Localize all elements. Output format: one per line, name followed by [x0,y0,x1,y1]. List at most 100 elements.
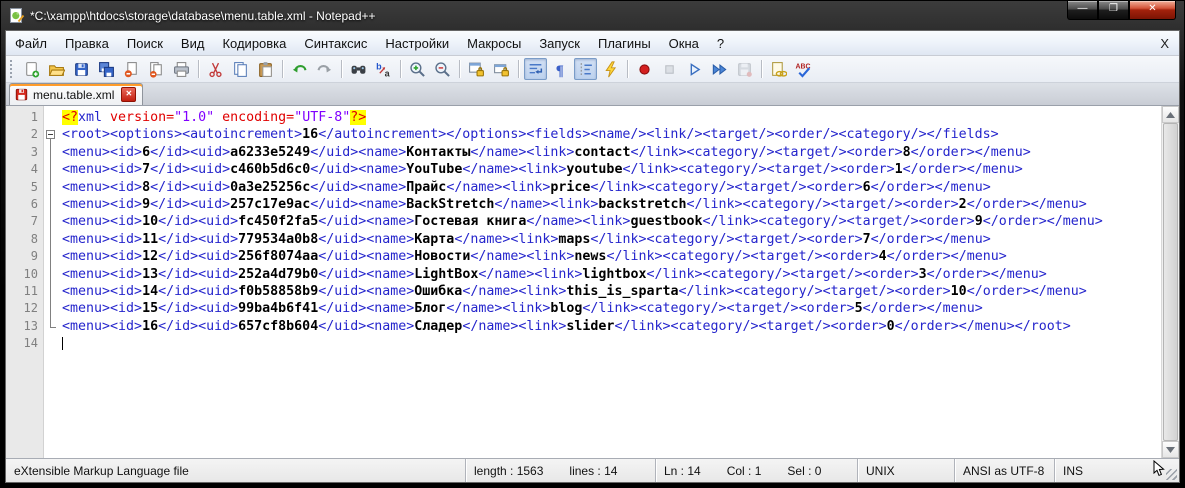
fold-margin-row [44,266,59,283]
macro-record-icon[interactable] [633,58,656,80]
macro-stop-icon [658,58,681,80]
zoom-out-icon[interactable] [431,58,454,80]
tab-menu-table-xml[interactable]: menu.table.xml ✕ [9,83,143,105]
status-encoding: ANSI as UTF-8 [955,459,1055,482]
macro-save-icon [733,58,756,80]
menu-bar-spacer [733,31,1150,55]
menu-item-плагины[interactable]: Плагины [589,31,660,55]
svg-text:a: a [385,68,391,78]
scrollbar-thumb[interactable] [1163,123,1178,441]
menu-item-кодировка[interactable]: Кодировка [213,31,295,55]
cut-icon[interactable] [204,58,227,80]
menu-bar: ФайлПравкаПоискВидКодировкаСинтаксисНаст… [6,31,1179,56]
function-completion-icon[interactable] [599,58,622,80]
code-line: <menu><id>10</id><uid>fc450f2fa5</uid><n… [62,213,1161,230]
status-eol-format: UNIX [858,459,955,482]
sync-horizontal-scroll-icon[interactable] [490,58,513,80]
minimize-button[interactable]: — [1067,1,1098,20]
line-number: 12 [6,300,38,317]
notepadpp-app-icon [9,8,25,24]
fold-margin-row [44,109,59,126]
paste-icon[interactable] [254,58,277,80]
close-file-icon[interactable] [120,58,143,80]
text-caret [62,337,63,350]
close-all-icon[interactable] [145,58,168,80]
toolbar-separator [627,60,628,78]
scroll-down-arrow-icon[interactable] [1162,441,1179,458]
maximize-button[interactable]: ❐ [1098,1,1129,20]
fold-margin-row [44,126,59,143]
toolbar-grip[interactable] [10,60,15,78]
code-line: <menu><id>15</id><uid>99ba4b6f41</uid><n… [62,300,1161,317]
title-bar[interactable]: *C:\xampp\htdocs\storage\database\menu.t… [5,1,1180,30]
code-line [62,335,1161,352]
status-cursor-position: Ln : 14 Col : 1 Sel : 0 [656,459,858,482]
code-line: <?xml version="1.0" encoding="UTF-8"?> [62,109,1161,126]
copy-icon[interactable] [229,58,252,80]
code-line: <root><options><autoincrement>16</autoin… [62,126,1161,143]
redo-icon[interactable] [313,58,336,80]
line-number: 8 [6,231,38,248]
code-line: <menu><id>11</id><uid>779534a0b8</uid><n… [62,231,1161,248]
menu-item-поиск[interactable]: Поиск [118,31,172,55]
menu-item-синтаксис[interactable]: Синтаксис [295,31,376,55]
word-wrap-icon[interactable] [524,58,547,80]
code-line: <menu><id>7</id><uid>c460b5d6c0</uid><na… [62,161,1161,178]
code-line: <menu><id>14</id><uid>f0b58858b9</uid><n… [62,283,1161,300]
scrollbar-track[interactable] [1162,123,1179,441]
new-file-icon[interactable] [20,58,43,80]
open-file-icon[interactable] [45,58,68,80]
line-number: 10 [6,266,38,283]
fold-margin-row [44,196,59,213]
status-column: Col : 1 [727,464,762,478]
fold-margin-row [44,144,59,161]
menu-item-запуск[interactable]: Запуск [530,31,589,55]
status-bar: eXtensible Markup Language file length :… [6,458,1179,482]
save-all-icon[interactable] [95,58,118,80]
menu-item-правка[interactable]: Правка [56,31,118,55]
fold-margin-row [44,231,59,248]
find-icon[interactable] [347,58,370,80]
tab-close-icon[interactable]: ✕ [121,87,136,102]
toolbar-separator [459,60,460,78]
menu-item-файл[interactable]: Файл [6,31,56,55]
mouse-cursor [1153,460,1165,480]
menu-item-вид[interactable]: Вид [172,31,214,55]
code-line: <menu><id>13</id><uid>252a4d79b0</uid><n… [62,266,1161,283]
svg-text:b: b [376,61,382,71]
macro-run-multiple-icon[interactable] [708,58,731,80]
doc-link-icon[interactable] [767,58,790,80]
svg-text:¶: ¶ [556,62,564,77]
fold-margin-row [44,213,59,230]
zoom-in-icon[interactable] [406,58,429,80]
show-all-characters-icon[interactable]: ¶ [549,58,572,80]
vertical-scrollbar[interactable] [1161,106,1179,458]
document-close-x[interactable]: X [1150,31,1179,55]
editor-area[interactable]: 1234567891011121314 <?xml version="1.0" … [6,106,1179,458]
fold-margin-row [44,161,59,178]
close-button[interactable]: ✕ [1129,1,1176,20]
status-doc-type: eXtensible Markup Language file [6,459,466,482]
menu-item-макросы[interactable]: Макросы [458,31,530,55]
code-line: <menu><id>6</id><uid>a6233e5249</uid><na… [62,144,1161,161]
code-line: <menu><id>8</id><uid>0a3e25256c</uid><na… [62,179,1161,196]
save-file-icon[interactable] [70,58,93,80]
menu-item-настройки[interactable]: Настройки [376,31,458,55]
resize-grip[interactable] [1164,467,1178,481]
fold-margin-row [44,300,59,317]
status-selection: Sel : 0 [787,464,821,478]
menu-item-[interactable]: ? [708,31,733,55]
print-icon[interactable] [170,58,193,80]
toolbar-separator [198,60,199,78]
spell-check-icon[interactable]: ABC [792,58,815,80]
fold-collapse-icon[interactable] [46,130,55,139]
undo-icon[interactable] [288,58,311,80]
replace-icon[interactable]: ba [372,58,395,80]
show-indent-guide-icon[interactable] [574,58,597,80]
scroll-up-arrow-icon[interactable] [1162,106,1179,123]
toolbar-separator [518,60,519,78]
fold-margin-row [44,179,59,196]
sync-vertical-scroll-icon[interactable] [465,58,488,80]
macro-play-icon[interactable] [683,58,706,80]
menu-item-окна[interactable]: Окна [660,31,708,55]
